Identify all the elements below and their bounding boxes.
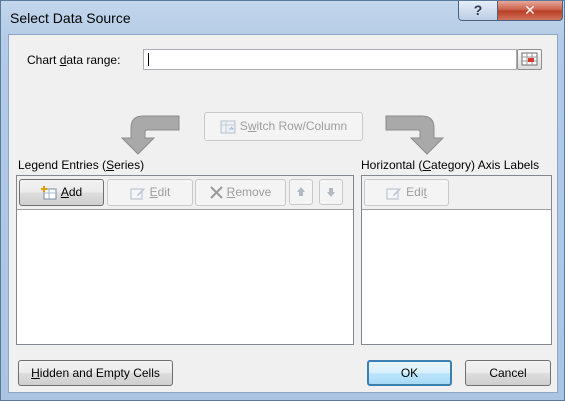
range-picker-icon [521,52,538,66]
edit-axis-icon [386,187,402,200]
dialog-title: Select Data Source [10,10,131,26]
axis-labels-list[interactable] [362,210,551,344]
move-up-button[interactable] [289,179,313,205]
hidden-empty-cells-button[interactable]: Hidden and Empty Cells [18,360,173,386]
help-icon: ? [473,2,483,18]
switch-row-column-icon [220,120,236,134]
cancel-button[interactable]: Cancel [465,360,551,386]
text-caret [148,53,149,66]
help-button[interactable]: ? [458,1,498,21]
curved-arrow-right-icon [385,115,445,155]
legend-toolbar: Add Edit Remove [17,176,353,210]
dialog-body: Chart data range: Switch Row/Column Lege… [8,34,558,393]
close-icon: ✕ [524,2,536,18]
chart-data-range-input[interactable] [143,49,517,70]
chart-data-range-label: Chart data range: [27,53,121,67]
edit-series-icon [130,187,145,200]
legend-entries-panel: Add Edit Remove [16,175,354,345]
series-list[interactable] [17,210,353,344]
add-series-icon [40,185,57,200]
title-bar[interactable]: Select Data Source ? ✕ [1,1,564,35]
arrow-up-icon [297,187,305,196]
axis-toolbar: Edit [362,176,551,210]
edit-axis-labels-button[interactable]: Edit [364,179,449,206]
edit-series-button[interactable]: Edit [107,179,193,206]
arrow-down-icon [327,188,335,197]
switch-row-column-button[interactable]: Switch Row/Column [204,112,363,141]
remove-series-button[interactable]: Remove [195,179,286,206]
ok-button[interactable]: OK [367,360,452,386]
select-data-source-dialog: Select Data Source ? ✕ Chart data range: [0,0,565,401]
range-collapse-button[interactable] [517,49,542,70]
move-down-button[interactable] [319,179,343,205]
curved-arrow-left-icon [120,115,180,155]
legend-entries-label: Legend Entries (Series) [18,158,145,172]
axis-labels-panel: Edit [361,175,552,345]
add-series-button[interactable]: Add [19,179,104,206]
remove-x-icon [209,186,223,200]
close-button[interactable]: ✕ [497,1,563,21]
axis-labels-label: Horizontal (Category) Axis Labels [361,158,540,172]
